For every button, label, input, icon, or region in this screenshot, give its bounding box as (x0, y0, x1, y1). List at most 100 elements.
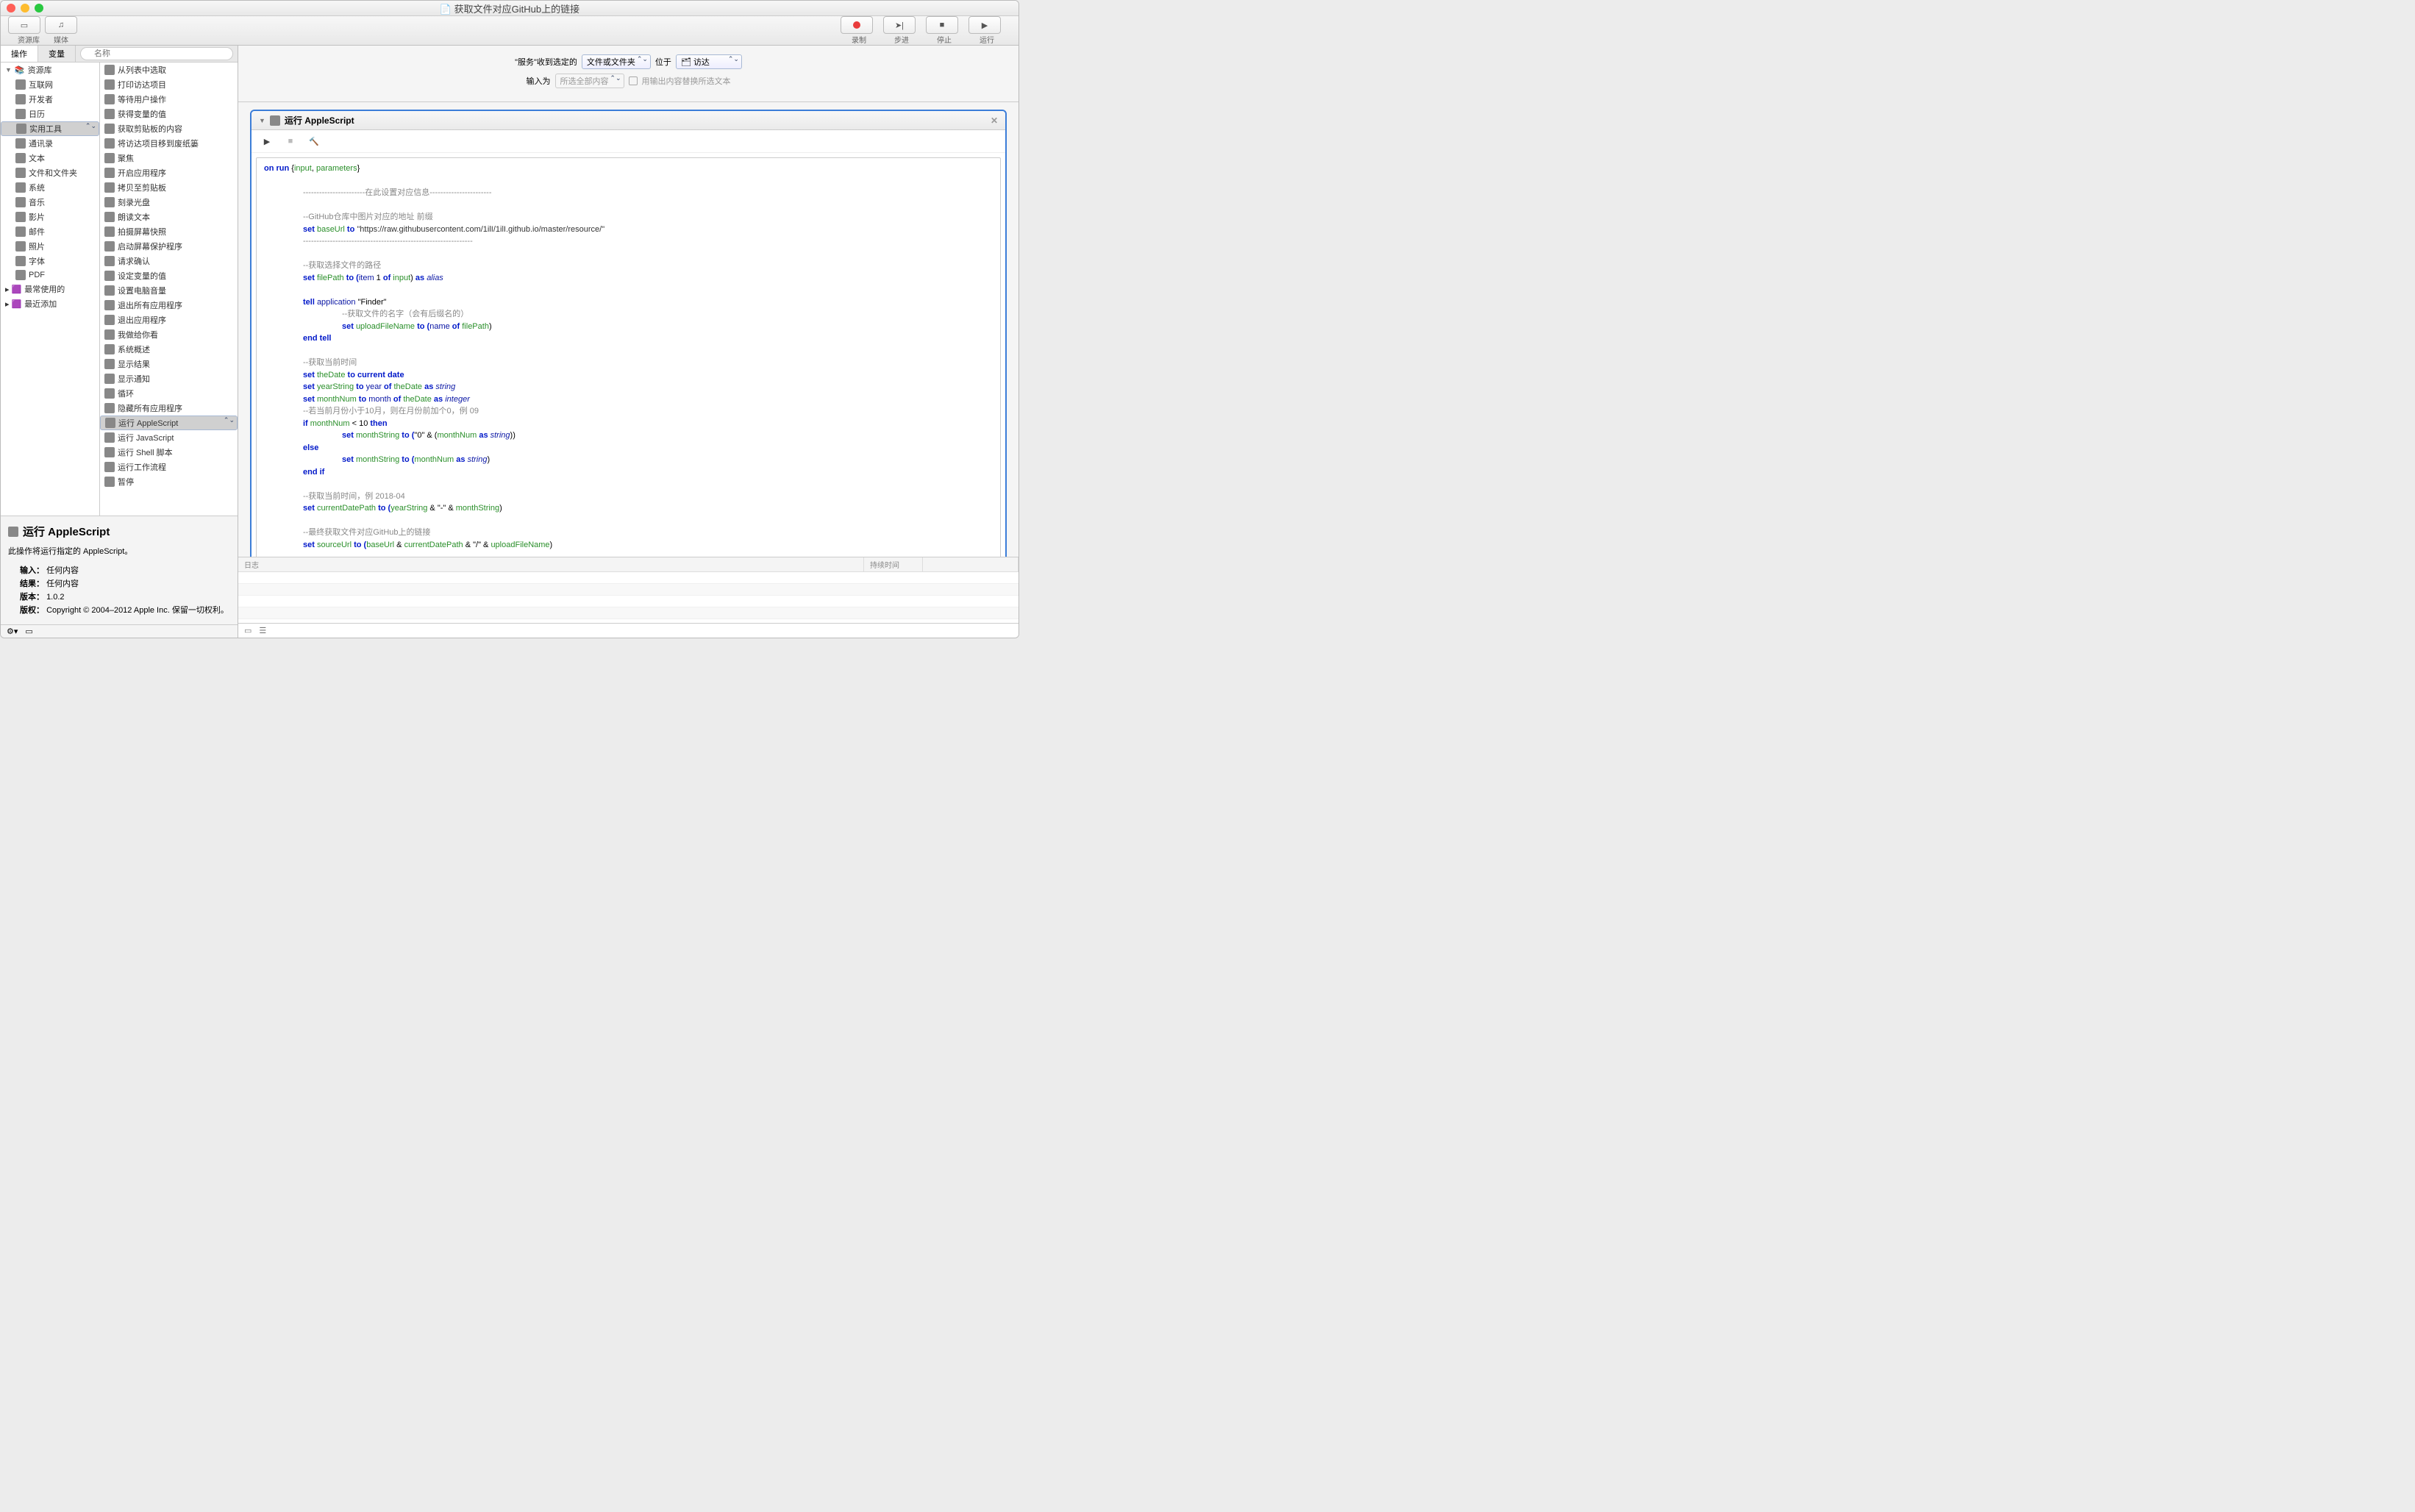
recent-added[interactable]: ▸ 🟪 最近添加 (1, 296, 99, 311)
log-col-empty (923, 557, 1019, 571)
action-item[interactable]: 启动屏幕保护程序 (100, 239, 238, 254)
record-label: 录制 (843, 34, 875, 45)
action-item[interactable]: 将访达项目移到废纸篓 (100, 136, 238, 151)
log-list-icon[interactable]: ☰ (259, 626, 266, 635)
service-receives-label: "服务"收到选定的 (515, 56, 577, 68)
action-item[interactable]: 设定变量的值 (100, 268, 238, 283)
document-icon: 📄 (440, 4, 452, 15)
action-item[interactable]: 运行 Shell 脚本 (100, 445, 238, 460)
log-row (238, 584, 1019, 596)
action-item[interactable]: 设置电脑音量 (100, 283, 238, 298)
action-list: 从列表中选取打印访达项目等待用户操作获得变量的值获取剪贴板的内容将访达项目移到废… (100, 63, 238, 516)
titlebar: 📄 获取文件对应GitHub上的链接 (1, 1, 1019, 16)
workflow-config: "服务"收到选定的 文件或文件夹 位于 🗂 访达 输入为 所选全部内容 用输出内… (238, 46, 1019, 102)
action-item[interactable]: 聚焦 (100, 151, 238, 165)
log-col-message[interactable]: 日志 (238, 557, 864, 571)
gear-icon[interactable]: ⚙︎▾ (7, 627, 18, 636)
applescript-icon (270, 115, 280, 126)
action-item[interactable]: 显示结果 (100, 357, 238, 371)
category-item[interactable]: PDF (1, 268, 99, 282)
category-item[interactable]: 照片 (1, 239, 99, 254)
category-item[interactable]: 系统 (1, 180, 99, 195)
action-item[interactable]: 刻录光盘 (100, 195, 238, 210)
app-select[interactable]: 🗂 访达 (676, 54, 742, 69)
action-item[interactable]: 请求确认 (100, 254, 238, 268)
action-item[interactable]: 等待用户操作 (100, 92, 238, 107)
category-item[interactable]: 日历 (1, 107, 99, 121)
action-item[interactable]: 从列表中选取 (100, 63, 238, 77)
action-item[interactable]: 显示通知 (100, 371, 238, 386)
category-item[interactable]: 文本 (1, 151, 99, 165)
card-compile-button[interactable]: 🔨 (306, 135, 322, 148)
script-editor[interactable]: on run {input, parameters} -------------… (256, 157, 1001, 557)
log-row (238, 572, 1019, 584)
category-item[interactable]: 开发者 (1, 92, 99, 107)
card-run-button[interactable]: ▶ (259, 135, 275, 148)
action-item[interactable]: 退出所有应用程序 (100, 298, 238, 313)
action-item[interactable]: 循环 (100, 386, 238, 401)
action-item[interactable]: 运行工作流程 (100, 460, 238, 474)
category-item[interactable]: 实用工具 (1, 121, 99, 136)
library-button[interactable]: ▭ (8, 16, 40, 34)
action-item[interactable]: 我做给你看 (100, 327, 238, 342)
search-input[interactable] (80, 47, 233, 60)
tab-actions[interactable]: 操作 (1, 46, 38, 62)
replace-checkbox[interactable] (629, 76, 638, 85)
action-item[interactable]: 拍摄屏幕快照 (100, 224, 238, 239)
action-item[interactable]: 系统概述 (100, 342, 238, 357)
card-title: 运行 AppleScript (285, 114, 354, 126)
info-description: 此操作将运行指定的 AppleScript。 (8, 545, 230, 557)
action-item[interactable]: 获得变量的值 (100, 107, 238, 121)
library-label: 资源库 (13, 34, 45, 45)
action-item[interactable]: 拷贝至剪贴板 (100, 180, 238, 195)
action-item[interactable]: 暂停 (100, 474, 238, 489)
run-label: 运行 (971, 34, 1003, 45)
action-item[interactable]: 打印访达项目 (100, 77, 238, 92)
stop-button[interactable]: ■ (926, 16, 958, 34)
info-title: 运行 AppleScript (23, 524, 110, 539)
action-info-panel: 运行 AppleScript 此操作将运行指定的 AppleScript。 输入… (1, 516, 238, 624)
run-button[interactable]: ▶ (969, 16, 1001, 34)
step-button[interactable]: ➤| (883, 16, 916, 34)
replace-label: 用输出内容替换所选文本 (642, 75, 731, 87)
category-item[interactable]: 音乐 (1, 195, 99, 210)
log-row (238, 607, 1019, 619)
card-stop-button[interactable]: ■ (282, 135, 299, 148)
media-button[interactable]: ♫ (45, 16, 77, 34)
close-icon[interactable]: ✕ (991, 115, 998, 126)
action-item[interactable]: 获取剪贴板的内容 (100, 121, 238, 136)
step-label: 步进 (885, 34, 918, 45)
category-item[interactable]: 文件和文件夹 (1, 165, 99, 180)
category-item[interactable]: 通讯录 (1, 136, 99, 151)
applescript-icon (8, 527, 18, 537)
category-item[interactable]: 影片 (1, 210, 99, 224)
action-card-applescript: ▼ 运行 AppleScript ✕ ▶ ■ 🔨 on run {input, … (250, 110, 1007, 557)
log-panel: 日志 持续时间 ▭ ☰ (238, 557, 1019, 638)
category-item[interactable]: 字体 (1, 254, 99, 268)
category-item[interactable]: 互联网 (1, 77, 99, 92)
action-item[interactable]: 隐藏所有应用程序 (100, 401, 238, 416)
workflow-icon[interactable]: ▭ (25, 627, 32, 636)
action-item[interactable]: 开启应用程序 (100, 165, 238, 180)
category-item[interactable]: 邮件 (1, 224, 99, 239)
input-as-label: 输入为 (527, 75, 551, 87)
in-label: 位于 (655, 56, 671, 68)
library-header[interactable]: ▼📚 资源库 (1, 63, 99, 77)
toolbar: ▭ ♫ 资源库 媒体 录制 ➤|步进 ■停止 ▶运行 (1, 16, 1019, 46)
action-item[interactable]: 运行 AppleScript (100, 416, 238, 430)
tab-variables[interactable]: 变量 (38, 46, 76, 62)
category-list: ▼📚 资源库 互联网开发者日历实用工具通讯录文本文件和文件夹系统音乐影片邮件照片… (1, 63, 100, 516)
action-item[interactable]: 退出应用程序 (100, 313, 238, 327)
record-button[interactable] (841, 16, 873, 34)
recent-most-used[interactable]: ▸ 🟪 最常使用的 (1, 282, 99, 296)
media-label: 媒体 (45, 34, 77, 45)
action-item[interactable]: 运行 JavaScript (100, 430, 238, 445)
disclosure-icon[interactable]: ▼ (259, 117, 265, 124)
workflow-canvas[interactable]: ▼ 运行 AppleScript ✕ ▶ ■ 🔨 on run {input, … (238, 102, 1019, 557)
input-type-select[interactable]: 文件或文件夹 (582, 54, 651, 69)
log-view-icon[interactable]: ▭ (244, 626, 252, 635)
window-title: 获取文件对应GitHub上的链接 (454, 4, 579, 15)
action-item[interactable]: 朗读文本 (100, 210, 238, 224)
input-as-select[interactable]: 所选全部内容 (555, 74, 624, 88)
log-col-duration[interactable]: 持续时间 (864, 557, 923, 571)
